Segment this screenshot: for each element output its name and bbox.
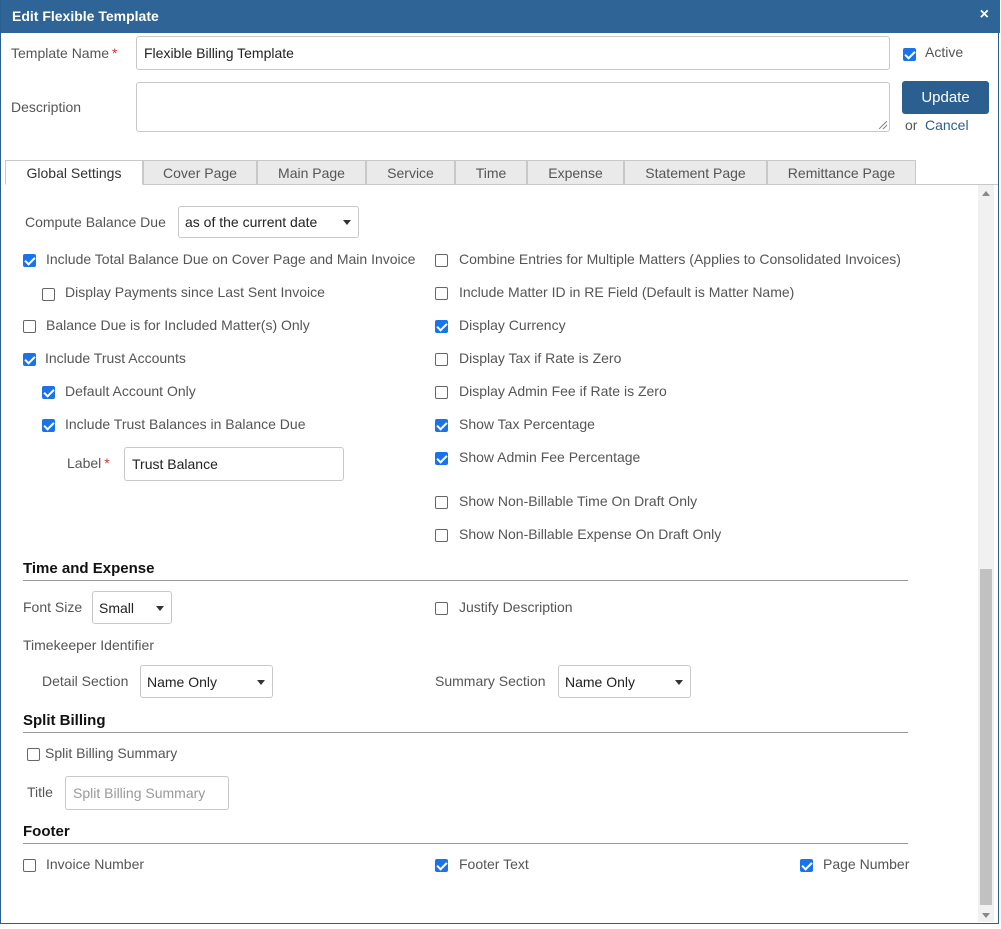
split-billing-summary-label: Split Billing Summary [45, 745, 178, 761]
compute-balance-select[interactable]: as of the current date [178, 206, 359, 238]
summary-section-label: Summary Section [435, 673, 546, 689]
dialog-title: Edit Flexible Template [12, 8, 159, 24]
footer-text-label: Footer Text [459, 856, 529, 872]
display-currency-label: Display Currency [459, 317, 566, 333]
show-admin-fee-percentage-label: Show Admin Fee Percentage [459, 449, 641, 465]
show-tax-percentage-label: Show Tax Percentage [459, 416, 595, 432]
tab-cover-page[interactable]: Cover Page [143, 160, 257, 185]
edit-template-dialog: Edit Flexible Template × Template Name * … [0, 0, 1000, 924]
include-trust-balances-label: Include Trust Balances in Balance Due [65, 416, 306, 432]
tab-remittance-page[interactable]: Remittance Page [767, 160, 916, 185]
footer-text-checkbox[interactable] [435, 859, 448, 872]
scroll-down-icon[interactable] [982, 913, 990, 918]
show-admin-fee-percentage-checkbox[interactable] [435, 452, 448, 465]
justify-description-label: Justify Description [459, 599, 573, 615]
default-account-label: Default Account Only [65, 383, 196, 399]
resize-grip-icon[interactable] [879, 121, 887, 129]
tab-divider [143, 184, 998, 185]
detail-section-label: Detail Section [42, 673, 129, 689]
show-tax-percentage-checkbox[interactable] [435, 419, 448, 432]
combine-entries-label: Combine Entries for Multiple Matters (Ap… [459, 251, 901, 267]
description-textarea[interactable] [136, 82, 890, 132]
invoice-number-checkbox[interactable] [23, 859, 36, 872]
tab-time[interactable]: Time [455, 160, 527, 185]
chevron-down-icon [675, 679, 683, 685]
split-title-input[interactable]: Split Billing Summary [65, 776, 229, 810]
vertical-scrollbar[interactable] [978, 185, 994, 922]
show-nonbillable-time-label: Show Non-Billable Time On Draft Only [459, 493, 698, 509]
section-divider [23, 580, 908, 581]
detail-section-select[interactable]: Name Only [140, 665, 273, 698]
dialog-titlebar: Edit Flexible Template × [1, 0, 1000, 33]
required-marker: * [104, 455, 110, 471]
compute-balance-label: Compute Balance Due [25, 214, 166, 230]
include-trust-accounts-checkbox[interactable] [23, 353, 36, 366]
trust-label-label: Label * [67, 455, 110, 471]
display-tax-zero-checkbox[interactable] [435, 353, 448, 366]
trust-label-input[interactable]: Trust Balance [124, 447, 344, 481]
default-account-checkbox[interactable] [42, 386, 55, 399]
chevron-down-icon [257, 679, 265, 685]
display-payments-checkbox[interactable] [42, 288, 55, 301]
time-expense-heading: Time and Expense [23, 560, 155, 577]
split-billing-summary-checkbox[interactable] [27, 748, 40, 761]
section-divider [23, 843, 908, 844]
split-billing-heading: Split Billing [23, 712, 106, 729]
include-total-balance-checkbox[interactable] [23, 254, 36, 267]
footer-heading: Footer [23, 823, 70, 840]
tab-service[interactable]: Service [366, 160, 455, 185]
justify-description-checkbox[interactable] [435, 602, 448, 615]
include-matter-id-label: Include Matter ID in RE Field (Default i… [459, 284, 795, 300]
scroll-up-icon[interactable] [982, 191, 990, 196]
required-marker: * [112, 45, 118, 61]
show-nonbillable-expense-checkbox[interactable] [435, 529, 448, 542]
cancel-link[interactable]: Cancel [925, 117, 969, 133]
tab-main-page[interactable]: Main Page [257, 160, 366, 185]
update-button[interactable]: Update [902, 81, 989, 114]
balance-included-label: Balance Due is for Included Matter(s) On… [46, 317, 310, 333]
section-divider [23, 732, 908, 733]
tab-global-settings[interactable]: Global Settings [5, 160, 143, 185]
summary-section-select[interactable]: Name Only [558, 665, 691, 698]
include-total-balance-label: Include Total Balance Due on Cover Page … [46, 251, 416, 267]
active-checkbox[interactable] [903, 48, 916, 61]
active-label: Active [925, 44, 964, 60]
or-text: or [905, 117, 918, 133]
tab-expense[interactable]: Expense [527, 160, 624, 185]
chevron-down-icon [343, 220, 351, 225]
balance-included-checkbox[interactable] [23, 320, 36, 333]
show-nonbillable-time-checkbox[interactable] [435, 496, 448, 509]
show-nonbillable-expense-label: Show Non-Billable Expense On Draft Only [459, 526, 722, 542]
font-size-select[interactable]: Small [92, 591, 172, 624]
display-admin-fee-zero-label: Display Admin Fee if Rate is Zero [459, 383, 667, 399]
display-admin-fee-zero-checkbox[interactable] [435, 386, 448, 399]
display-tax-zero-label: Display Tax if Rate is Zero [459, 350, 622, 366]
invoice-number-label: Invoice Number [46, 856, 145, 872]
include-trust-balances-checkbox[interactable] [42, 419, 55, 432]
page-number-label: Page Number [823, 856, 910, 872]
template-name-label: Template Name * [11, 45, 118, 61]
close-icon[interactable]: × [980, 7, 989, 23]
scrollbar-thumb[interactable] [980, 569, 992, 905]
tab-statement-page[interactable]: Statement Page [624, 160, 767, 185]
display-payments-label: Display Payments since Last Sent Invoice [65, 284, 325, 300]
font-size-label: Font Size [23, 599, 83, 615]
chevron-down-icon [156, 605, 164, 611]
include-trust-accounts-label: Include Trust Accounts [45, 350, 186, 366]
include-matter-id-checkbox[interactable] [435, 287, 448, 300]
combine-entries-checkbox[interactable] [435, 254, 448, 267]
timekeeper-identifier-label: Timekeeper Identifier [23, 637, 154, 653]
page-number-checkbox[interactable] [800, 859, 813, 872]
description-label: Description [11, 99, 82, 115]
template-name-input[interactable]: Flexible Billing Template [136, 36, 890, 70]
display-currency-checkbox[interactable] [435, 320, 448, 333]
split-title-label: Title [27, 784, 53, 800]
